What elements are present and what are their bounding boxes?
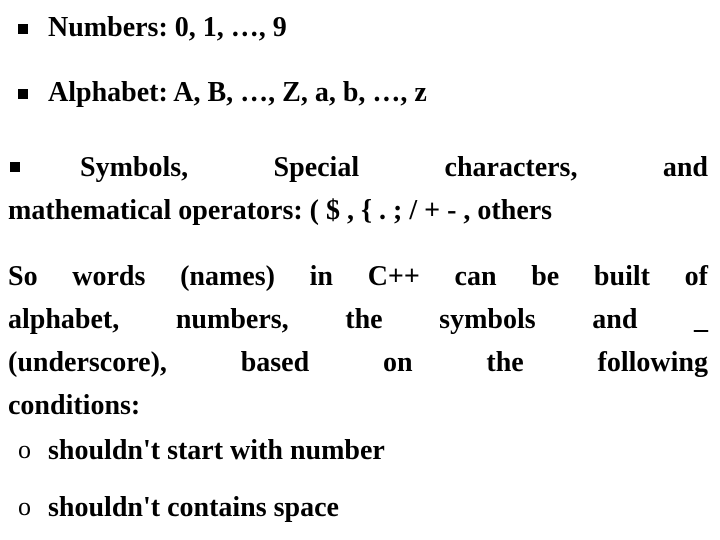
body-paragraph-line-4: conditions: xyxy=(8,390,141,421)
bullet-row: o shouldn't start with number xyxy=(8,437,706,465)
bullet-item-numbers: Numbers: 0, 1, …, 9 xyxy=(0,14,720,42)
bullet-row: o shouldn't contains space xyxy=(8,494,706,522)
condition-item-no-leading-number: o shouldn't start with number xyxy=(0,437,720,465)
symbols-paragraph-line-1: Symbols, Special characters, and xyxy=(8,146,708,189)
body-paragraph: So words (names) in C++ can be built of … xyxy=(0,255,720,427)
bullet-item-alphabet: Alphabet: A, B, …, Z, a, b, …, z xyxy=(0,79,720,107)
bullet-item-numbers-label: Numbers: 0, 1, …, 9 xyxy=(48,12,287,43)
condition-item-no-space-label: shouldn't contains space xyxy=(48,492,339,523)
condition-item-no-leading-number-label: shouldn't start with number xyxy=(48,435,385,466)
square-bullet-icon xyxy=(18,89,28,99)
o-bullet-icon: o xyxy=(18,492,31,521)
bullet-item-symbols: Symbols, Special characters, and mathema… xyxy=(0,146,720,232)
body-paragraph-line-3: (underscore), based on the following xyxy=(8,347,708,378)
square-bullet-icon xyxy=(10,162,20,172)
slide-canvas: Numbers: 0, 1, …, 9 Alphabet: A, B, …, Z… xyxy=(0,0,720,540)
condition-item-no-space: o shouldn't contains space xyxy=(0,494,720,522)
symbols-paragraph-line-1-text: Symbols, Special characters, and xyxy=(80,152,708,183)
o-bullet-icon: o xyxy=(18,435,31,464)
body-paragraph-line-1: So words (names) in C++ can be built of xyxy=(8,261,708,292)
square-bullet-icon xyxy=(18,24,28,34)
body-paragraph-line-2: alphabet, numbers, the symbols and _ xyxy=(8,304,708,335)
symbols-paragraph-line-2: mathematical operators: ( $ , { . ; / + … xyxy=(8,195,553,226)
bullet-row: Alphabet: A, B, …, Z, a, b, …, z xyxy=(8,79,706,107)
bullet-row: Numbers: 0, 1, …, 9 xyxy=(8,14,706,42)
bullet-item-alphabet-label: Alphabet: A, B, …, Z, a, b, …, z xyxy=(48,77,427,108)
